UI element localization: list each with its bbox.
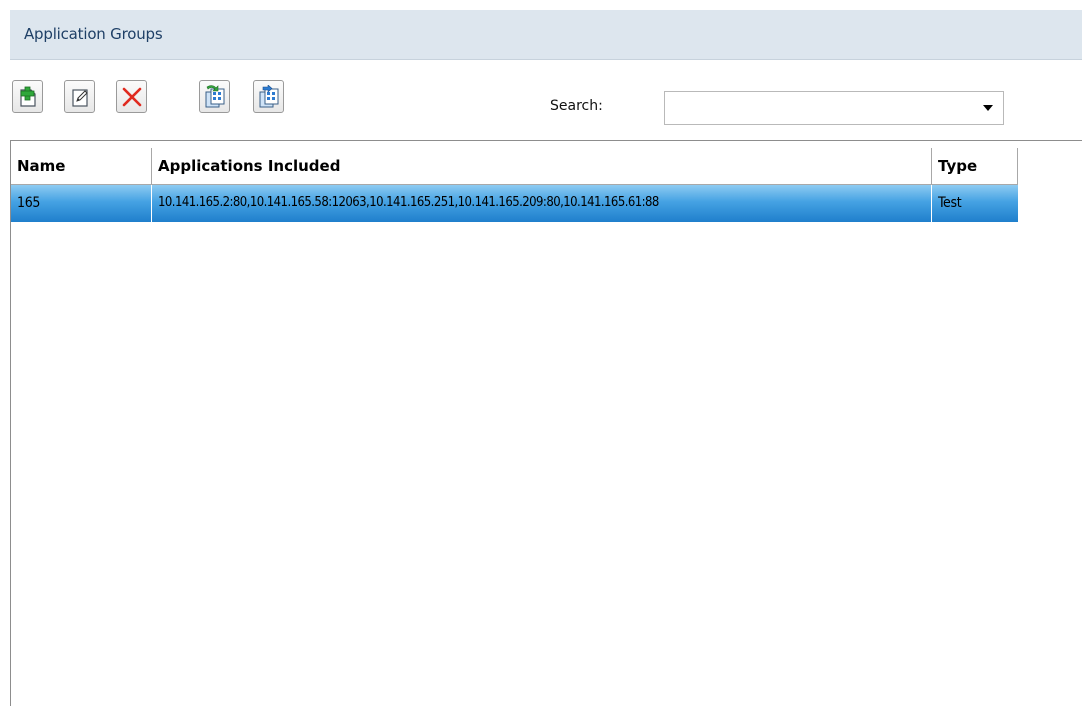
- edit-group-button[interactable]: [64, 80, 95, 113]
- cell-type[interactable]: Test: [932, 185, 1018, 222]
- table-row[interactable]: 165 10.141.165.2:80,10.141.165.58:12063,…: [11, 185, 1018, 222]
- search-input[interactable]: [665, 92, 965, 124]
- delete-group-button[interactable]: [116, 80, 147, 113]
- edit-document-icon: [71, 88, 88, 107]
- search-label: Search:: [550, 98, 603, 114]
- add-document-icon: [19, 86, 36, 107]
- chevron-down-icon[interactable]: [983, 105, 993, 111]
- search-combobox[interactable]: [664, 91, 1004, 125]
- import-icon: [205, 84, 224, 107]
- export-icon: [259, 84, 278, 107]
- delete-x-icon: [122, 87, 141, 106]
- export-button[interactable]: [253, 80, 284, 113]
- toolbar: Search:: [10, 60, 1082, 140]
- column-header-type[interactable]: Type: [932, 148, 1018, 185]
- add-group-button[interactable]: [12, 80, 43, 113]
- cell-name[interactable]: 165: [11, 185, 152, 222]
- page-title: Application Groups: [24, 25, 163, 43]
- cell-applications-included[interactable]: 10.141.165.2:80,10.141.165.58:12063,10.1…: [152, 185, 932, 222]
- title-bar: Application Groups: [10, 10, 1082, 60]
- column-header-applications-included[interactable]: Applications Included: [152, 148, 932, 185]
- application-groups-panel: Application Groups Search: Name Applicat…: [0, 0, 1082, 706]
- import-button[interactable]: [199, 80, 230, 113]
- column-header-name[interactable]: Name: [11, 148, 152, 185]
- application-groups-table: Name Applications Included Type 165 10.1…: [10, 140, 1082, 706]
